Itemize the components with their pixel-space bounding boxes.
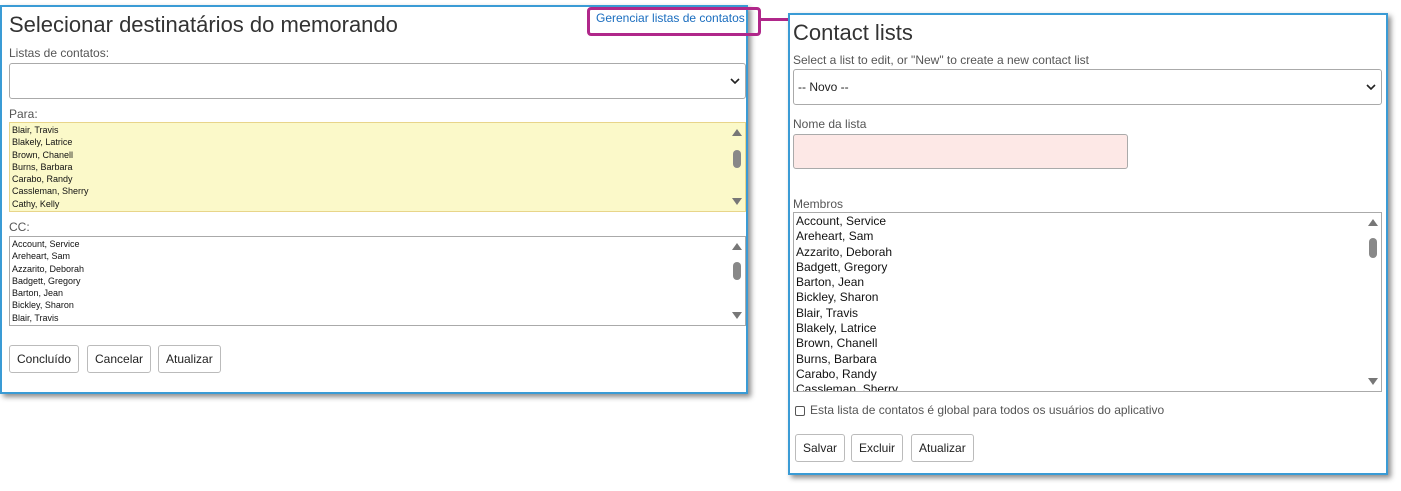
list-item[interactable]: Burns, Barbara (796, 352, 1365, 367)
list-item[interactable]: Cassleman, Sherry (796, 382, 1365, 391)
list-item[interactable]: Blair, Travis (796, 306, 1365, 321)
contact-lists-label: Listas de contatos: (9, 46, 110, 60)
contact-list-select-label: Select a list to edit, or "New" to creat… (793, 53, 1089, 67)
save-button[interactable]: Salvar (795, 434, 846, 462)
cancel-button[interactable]: Cancelar (87, 345, 152, 373)
to-scrollbar[interactable] (730, 124, 744, 210)
cc-scrollbar[interactable] (730, 238, 744, 324)
cc-listbox[interactable]: Account, Service Areheart, Sam Azzarito, D… (9, 236, 746, 326)
contact-lists-select[interactable] (9, 63, 746, 99)
members-items: Account, Service Areheart, Sam Azzarito, D… (796, 214, 1365, 391)
delete-button[interactable]: Excluir (851, 434, 904, 462)
scroll-up-arrow-icon[interactable] (732, 243, 742, 250)
global-list-checkbox[interactable] (795, 406, 805, 416)
list-name-label: Nome da lista (793, 117, 867, 131)
list-item[interactable]: Brown, Chanell (12, 149, 729, 161)
scroll-down-arrow-icon[interactable] (732, 312, 742, 319)
contact-list-select-value: -- Novo -- (798, 80, 849, 94)
list-item[interactable]: Blair, Travis (12, 124, 729, 136)
scroll-up-arrow-icon[interactable] (1368, 219, 1378, 226)
global-list-label: Esta lista de contatos é global para tod… (810, 403, 1165, 417)
cc-items: Account, Service Areheart, Sam Azzarito, D… (12, 238, 729, 324)
contact-list-select[interactable]: -- Novo -- (793, 69, 1382, 105)
list-item[interactable]: Cassleman, Sherry (12, 185, 729, 197)
to-label: Para: (9, 107, 38, 121)
list-item[interactable]: Account, Service (796, 214, 1365, 229)
list-item[interactable]: Bickley, Sharon (12, 299, 729, 311)
list-item[interactable]: Brown, Chanell (796, 336, 1365, 351)
list-name-input-value (794, 144, 798, 158)
list-item[interactable]: Account, Service (12, 238, 729, 250)
scroll-down-arrow-icon[interactable] (732, 198, 742, 205)
list-item[interactable]: Blakely, Latrice (796, 321, 1365, 336)
memo-recipients-dialog: Selecionar destinatários do memorando Li… (0, 5, 748, 394)
scroll-thumb[interactable] (733, 262, 741, 280)
members-scrollbar[interactable] (1366, 214, 1380, 390)
done-button[interactable]: Concluído (9, 345, 80, 373)
scroll-down-arrow-icon[interactable] (1368, 378, 1378, 385)
contact-lists-dialog: Contact lists Select a list to edit, or … (788, 13, 1388, 475)
list-name-input[interactable] (793, 134, 1128, 169)
update-button[interactable]: Atualizar (911, 434, 974, 462)
update-button[interactable]: Atualizar (158, 345, 221, 373)
list-item[interactable]: Blair, Travis (12, 312, 729, 324)
scroll-up-arrow-icon[interactable] (732, 129, 742, 136)
list-item[interactable]: Areheart, Sam (796, 229, 1365, 244)
chevron-down-icon (730, 78, 740, 84)
list-item[interactable]: Barton, Jean (12, 287, 729, 299)
list-item[interactable]: Azzarito, Deborah (12, 263, 729, 275)
list-item[interactable]: Bickley, Sharon (796, 290, 1365, 305)
members-label: Membros (793, 197, 844, 211)
scroll-thumb[interactable] (1369, 238, 1377, 258)
list-item[interactable]: Azzarito, Deborah (796, 245, 1365, 260)
list-item[interactable]: Burns, Barbara (12, 161, 729, 173)
list-item[interactable]: Carabo, Randy (12, 173, 729, 185)
callout-connector (761, 18, 790, 21)
members-listbox[interactable]: Account, Service Areheart, Sam Azzarito, D… (793, 212, 1382, 392)
list-item[interactable]: Badgett, Gregory (796, 260, 1365, 275)
list-item[interactable]: Areheart, Sam (12, 250, 729, 262)
to-items: Blair, Travis Blakely, Latrice Brown, Chan… (12, 124, 729, 210)
scroll-thumb[interactable] (733, 150, 741, 168)
cc-label: CC: (9, 220, 30, 234)
list-item[interactable]: Cathy, Kelly (12, 198, 729, 210)
chevron-down-icon (1366, 84, 1376, 90)
callout-highlight (587, 7, 761, 36)
dialog-title: Selecionar destinatários do memorando (9, 12, 398, 37)
to-listbox[interactable]: Blair, Travis Blakely, Latrice Brown, Chan… (9, 122, 746, 212)
list-item[interactable]: Carabo, Randy (796, 367, 1365, 382)
list-item[interactable]: Barton, Jean (796, 275, 1365, 290)
list-item[interactable]: Blakely, Latrice (12, 136, 729, 148)
list-item[interactable]: Badgett, Gregory (12, 275, 729, 287)
contact-lists-title: Contact lists (793, 20, 913, 45)
